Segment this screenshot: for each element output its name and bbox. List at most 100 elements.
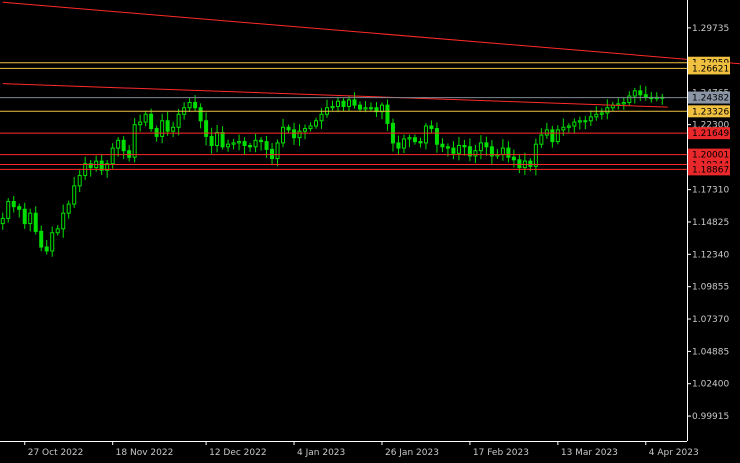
candle-body <box>292 129 297 139</box>
x-tick-label: 26 Jan 2023 <box>385 448 439 458</box>
levels-group <box>0 1 740 170</box>
candle-body <box>55 228 60 234</box>
candle-body <box>605 107 610 114</box>
candle-body <box>22 208 27 225</box>
candle-body <box>308 125 313 130</box>
candle-body <box>445 146 450 149</box>
candle-body <box>478 142 483 152</box>
price-tag-label: 1.21649 <box>692 129 729 139</box>
candle-body <box>6 200 11 219</box>
candle-body <box>528 160 533 167</box>
candle-body <box>572 121 577 127</box>
candle-body <box>352 99 357 106</box>
y-tick-label: 1.29735 <box>692 24 729 34</box>
candle-body <box>149 113 154 130</box>
candle-body <box>336 100 341 107</box>
candle-body <box>385 104 390 124</box>
candle-body <box>226 143 231 148</box>
trend-line <box>2 1 740 65</box>
candle-body <box>627 95 632 104</box>
candle-body <box>555 129 560 143</box>
candle-body <box>121 139 126 152</box>
trend-line <box>2 83 668 108</box>
candle-body <box>533 143 538 167</box>
candle-body <box>401 138 406 149</box>
candle-body <box>209 135 214 146</box>
candle-body <box>44 246 49 252</box>
candle-body <box>434 128 439 145</box>
candle-body <box>550 129 555 143</box>
candle-body <box>396 142 401 149</box>
candle-body <box>561 126 566 131</box>
candle-body <box>621 102 626 105</box>
candle-body <box>566 125 571 128</box>
x-tick-label: 4 Jan 2023 <box>297 448 345 458</box>
x-tick-label: 13 Mar 2023 <box>561 448 618 458</box>
candle-body <box>588 116 593 122</box>
candle-body <box>418 141 423 144</box>
y-tick-label: 1.02400 <box>692 380 729 390</box>
candle-body <box>484 142 489 148</box>
candle-body <box>77 174 82 187</box>
candle-body <box>379 104 384 113</box>
candle-body <box>154 128 159 137</box>
candle-body <box>286 126 291 131</box>
candle-body <box>539 134 544 145</box>
candle-body <box>176 113 181 128</box>
candle-body <box>275 142 280 160</box>
candle-body <box>643 94 648 98</box>
candle-body <box>638 90 643 96</box>
candle-body <box>314 120 319 127</box>
candle-body <box>72 185 77 205</box>
candle-body <box>500 147 505 156</box>
price-chart[interactable]: 1.297351.247651.223001.197951.173101.148… <box>0 0 740 463</box>
candle-body <box>33 212 38 232</box>
price-tag-label: 1.26621 <box>692 64 729 74</box>
price-tag-label: 1.23326 <box>692 107 729 117</box>
candle-body <box>160 120 165 137</box>
candle-body <box>39 230 44 248</box>
candle-body <box>61 212 66 230</box>
candle-body <box>231 142 236 145</box>
candle-body <box>319 113 324 122</box>
candle-body <box>544 129 549 136</box>
x-tick-label: 27 Oct 2022 <box>28 448 84 458</box>
candle-body <box>407 137 412 140</box>
candle-body <box>451 147 456 154</box>
candle-body <box>412 137 417 143</box>
candle-body <box>143 113 148 123</box>
candle-body <box>506 147 511 158</box>
y-tick-label: 1.12340 <box>692 250 729 260</box>
y-tick-label: 0.99915 <box>692 412 729 422</box>
candle-body <box>28 212 33 225</box>
candle-body <box>171 126 176 132</box>
candle-body <box>517 159 522 169</box>
candle-body <box>473 150 478 157</box>
candle-body <box>270 148 275 160</box>
candle-body <box>11 200 16 208</box>
candle-body <box>462 144 467 148</box>
candle-body <box>297 130 302 139</box>
candle-body <box>456 144 461 154</box>
candle-body <box>66 203 71 214</box>
candle-body <box>220 131 225 148</box>
candle-body <box>204 120 209 137</box>
candle-body <box>632 90 637 97</box>
candle-body <box>198 107 203 122</box>
candle-body <box>583 120 588 123</box>
candle-body <box>17 206 22 210</box>
candle-body <box>215 131 220 146</box>
price-tag-label: 1.24382 <box>692 94 729 104</box>
candle-body <box>138 121 143 126</box>
candle-body <box>346 99 351 107</box>
y-tick-label: 1.17310 <box>692 186 729 196</box>
candle-body <box>594 113 599 118</box>
candle-body <box>341 100 346 107</box>
candle-body <box>423 125 428 144</box>
candle-body <box>264 141 269 150</box>
candle-body <box>50 232 55 252</box>
candle-body <box>440 143 445 148</box>
price-tag-label: 1.18867 <box>692 165 729 175</box>
candle-body <box>165 120 170 132</box>
candle-body <box>127 150 132 158</box>
